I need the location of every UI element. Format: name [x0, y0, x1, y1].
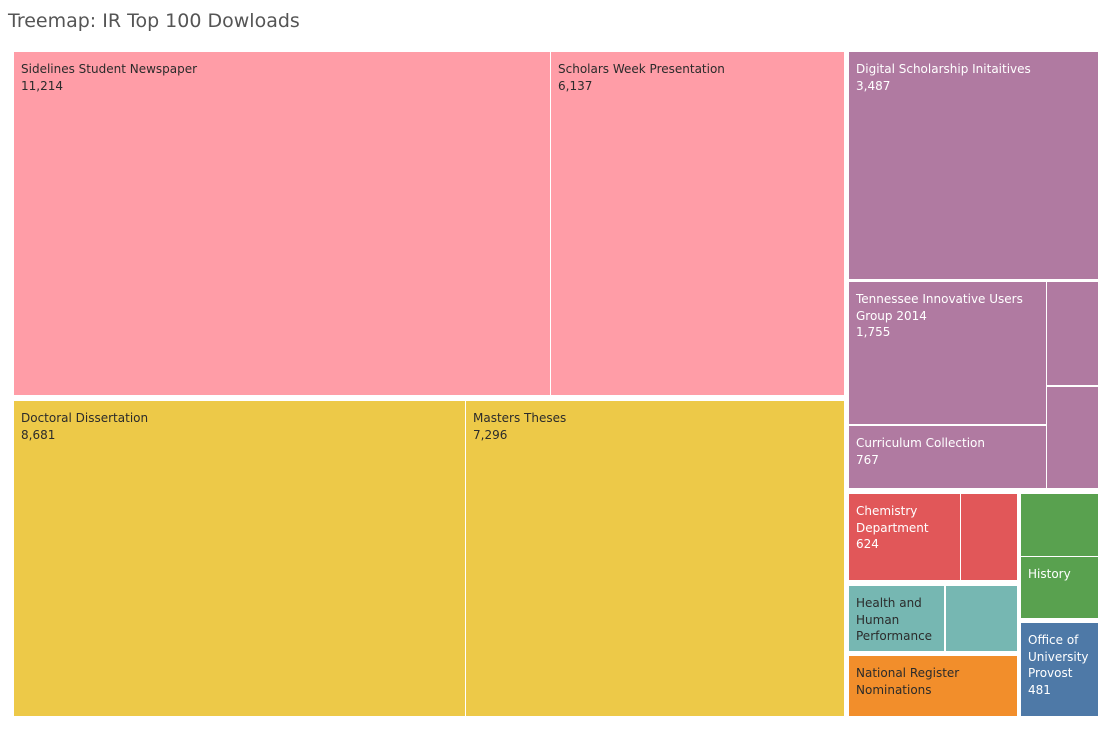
cell-value: 767 — [856, 452, 879, 467]
cell-value: 624 — [856, 537, 879, 551]
treemap-cell-doctoral[interactable]: Doctoral Dissertation 8,681 — [14, 401, 465, 716]
treemap-cell-chemistry[interactable]: Chemistry Department 624 — [849, 494, 960, 580]
cell-label-group: Doctoral Dissertation 8,681 — [21, 410, 459, 443]
cell-label-group: Digital Scholarship Initaitives 3,487 — [856, 61, 1092, 94]
cell-value: 481 — [1028, 682, 1051, 697]
treemap-cell-purple-small-2[interactable] — [1047, 387, 1098, 488]
treemap-cell-health[interactable]: Health and Human Performance — [849, 586, 944, 651]
treemap-cell-green-small[interactable] — [1021, 494, 1098, 556]
cell-label: History — [1028, 567, 1071, 581]
cell-label: Office of University Provost — [1028, 633, 1089, 680]
treemap-cell-history[interactable]: History — [1021, 557, 1098, 618]
cell-label: Masters Theses — [473, 411, 567, 425]
cell-label: Doctoral Dissertation — [21, 411, 149, 425]
cell-label-group: Chemistry Department 624 — [856, 503, 954, 553]
treemap-cell-teal-small[interactable] — [946, 586, 1017, 651]
cell-value: 1,755 — [856, 325, 891, 339]
cell-label: Sidelines Student Newspaper — [21, 62, 198, 76]
treemap-cell-curriculum[interactable]: Curriculum Collection 767 — [849, 426, 1046, 488]
cell-label: Tennessee Innovative Users Group 2014 — [856, 292, 1023, 323]
cell-label-group: Masters Theses 7,296 — [473, 410, 838, 443]
cell-label-group: Health and Human Performance — [856, 595, 938, 645]
cell-label: Curriculum Collection — [856, 436, 985, 450]
cell-label-group: Tennessee Innovative Users Group 2014 1,7… — [856, 291, 1040, 341]
treemap-cell-digital[interactable]: Digital Scholarship Initaitives 3,487 — [849, 52, 1098, 279]
treemap-cell-scholars[interactable]: Scholars Week Presentation 6,137 — [551, 52, 844, 395]
cell-label: Chemistry Department — [856, 504, 929, 535]
cell-value: 6,137 — [558, 78, 593, 93]
cell-label-group: History — [1028, 566, 1092, 583]
cell-label-group: Sidelines Student Newspaper 11,214 — [21, 61, 544, 94]
cell-label: Health and Human Performance — [856, 596, 933, 643]
treemap-cell-tiug[interactable]: Tennessee Innovative Users Group 2014 1,7… — [849, 282, 1046, 424]
treemap-cell-masters[interactable]: Masters Theses 7,296 — [466, 401, 844, 716]
cell-label-group: Office of University Provost 481 — [1028, 632, 1092, 698]
treemap-cell-red-small[interactable] — [961, 494, 1017, 580]
treemap-cell-provost[interactable]: Office of University Provost 481 — [1021, 623, 1098, 716]
cell-value: 8,681 — [21, 427, 56, 442]
cell-label-group: Curriculum Collection 767 — [856, 435, 1040, 468]
cell-value: 3,487 — [856, 78, 891, 93]
treemap-cell-sidelines[interactable]: Sidelines Student Newspaper 11,214 — [14, 52, 550, 395]
cell-label-group: National Register Nominations — [856, 665, 1011, 698]
cell-label: National Register Nominations — [856, 666, 960, 697]
cell-label: Scholars Week Presentation — [558, 62, 725, 76]
treemap-cell-purple-small-1[interactable] — [1047, 282, 1098, 385]
cell-value: 11,214 — [21, 78, 63, 93]
treemap-cell-national[interactable]: National Register Nominations — [849, 656, 1017, 716]
cell-label: Digital Scholarship Initaitives — [856, 62, 1031, 76]
cell-label-group: Scholars Week Presentation 6,137 — [558, 61, 838, 94]
cell-value: 7,296 — [473, 427, 508, 442]
treemap: Sidelines Student Newspaper 11,214 Scholar… — [0, 0, 1115, 733]
